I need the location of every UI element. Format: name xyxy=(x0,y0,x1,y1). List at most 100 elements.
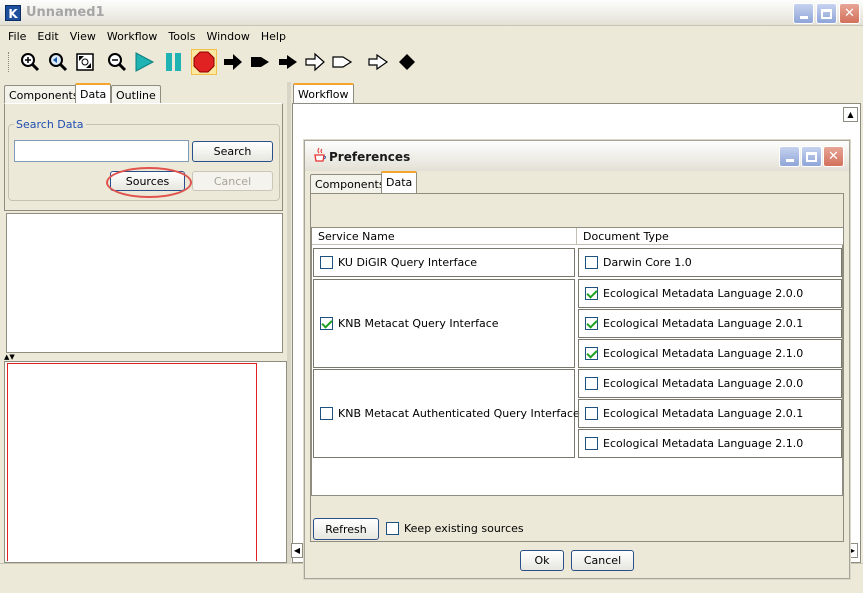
column-header-service-name[interactable]: Service Name xyxy=(312,228,577,245)
arrow-icon[interactable] xyxy=(331,51,353,73)
refresh-button[interactable]: Refresh xyxy=(313,518,379,540)
fit-icon[interactable] xyxy=(74,51,96,73)
doc-type-label: Darwin Core 1.0 xyxy=(603,256,692,269)
doc-row-eml-200[interactable]: Ecological Metadata Language 2.0.0 xyxy=(578,279,842,308)
menu-view[interactable]: View xyxy=(70,30,96,43)
service-row-knb-metacat[interactable]: KNB Metacat Query Interface xyxy=(313,279,575,368)
minimize-icon xyxy=(785,159,794,162)
doc-row-eml-201[interactable]: Ecological Metadata Language 2.0.1 xyxy=(578,309,842,338)
menu-workflow[interactable]: Workflow xyxy=(107,30,158,43)
service-row-ku-digir[interactable]: KU DiGIR Query Interface xyxy=(313,248,575,277)
doc-checkbox[interactable] xyxy=(585,347,598,360)
close-icon: ✕ xyxy=(828,149,839,164)
dialog-maximize-button[interactable] xyxy=(801,146,822,167)
menu-bar: File Edit View Workflow Tools Window Hel… xyxy=(0,26,863,46)
chevron-left-icon: ◀ xyxy=(293,546,301,555)
maximize-icon xyxy=(821,8,832,19)
service-checkbox-knb-authenticated[interactable] xyxy=(320,407,333,420)
keep-sources-label: Keep existing sources xyxy=(404,522,524,535)
doc-checkbox[interactable] xyxy=(585,256,598,269)
tab-outline[interactable]: Outline xyxy=(111,85,161,104)
doc-checkbox[interactable] xyxy=(585,377,598,390)
close-icon: ✕ xyxy=(844,6,855,21)
doc-checkbox[interactable] xyxy=(585,287,598,300)
minimize-icon xyxy=(799,16,808,19)
dialog-tab-data[interactable]: Data xyxy=(381,171,418,193)
doc-type-label: Ecological Metadata Language 2.0.0 xyxy=(603,287,804,300)
sources-highlight-circle xyxy=(106,167,192,198)
column-header-document-type[interactable]: Document Type xyxy=(577,228,843,245)
run-icon[interactable] xyxy=(133,51,155,73)
java-cup-icon xyxy=(313,147,327,163)
doc-row-eml-210[interactable]: Ecological Metadata Language 2.1.0 xyxy=(578,339,842,368)
service-checkbox-knb-metacat[interactable] xyxy=(320,317,333,330)
search-legend: Search Data xyxy=(14,118,86,131)
zoom-reset-icon[interactable] xyxy=(47,51,69,73)
tab-data[interactable]: Data xyxy=(75,83,112,104)
main-title-bar: K Unnamed1 ✕ xyxy=(0,0,863,26)
diamond-icon[interactable] xyxy=(396,51,418,73)
panel-splitter[interactable] xyxy=(287,82,291,564)
doc-type-label: Ecological Metadata Language 2.1.0 xyxy=(603,347,804,360)
window-title: Unnamed1 xyxy=(26,5,105,20)
arrow-icon[interactable] xyxy=(222,51,244,73)
pause-icon[interactable] xyxy=(163,51,185,73)
arrow-icon[interactable] xyxy=(367,51,389,73)
doc-row-darwin-core[interactable]: Darwin Core 1.0 xyxy=(578,248,842,277)
service-name-label: KNB Metacat Query Interface xyxy=(338,317,499,330)
menu-file[interactable]: File xyxy=(8,30,26,43)
preview-frame xyxy=(7,363,257,561)
arrow-icon[interactable] xyxy=(249,51,271,73)
service-row-knb-authenticated[interactable]: KNB Metacat Authenticated Query Interfac… xyxy=(313,369,580,458)
dialog-title-bar: Preferences ✕ xyxy=(305,141,849,171)
keep-sources-option[interactable]: Keep existing sources xyxy=(386,522,524,535)
doc-row-auth-eml-201[interactable]: Ecological Metadata Language 2.0.1 xyxy=(578,399,842,428)
cancel-search-button[interactable]: Cancel xyxy=(192,171,273,191)
doc-type-label: Ecological Metadata Language 2.0.0 xyxy=(603,377,804,390)
preferences-dialog: Preferences ✕ Components Data Service Na… xyxy=(304,140,850,579)
doc-type-label: Ecological Metadata Language 2.0.1 xyxy=(603,407,804,420)
chevron-up-icon: ▲ xyxy=(847,110,854,119)
tab-components[interactable]: Components xyxy=(4,85,84,104)
results-list[interactable] xyxy=(6,213,283,353)
doc-checkbox[interactable] xyxy=(585,407,598,420)
menu-help[interactable]: Help xyxy=(261,30,286,43)
stop-icon[interactable] xyxy=(191,49,217,75)
menu-edit[interactable]: Edit xyxy=(37,30,58,43)
dialog-minimize-button[interactable] xyxy=(779,146,800,167)
split-divider[interactable]: ▲▼ xyxy=(4,354,287,361)
dialog-tabs: Components Data xyxy=(310,171,510,193)
arrow-icon[interactable] xyxy=(277,51,299,73)
close-button[interactable]: ✕ xyxy=(839,3,860,24)
search-button[interactable]: Search xyxy=(192,141,273,162)
services-table: Service Name Document Type KU DiGIR Quer… xyxy=(311,227,843,496)
scroll-left-button[interactable]: ◀ xyxy=(291,543,303,558)
minimize-button[interactable] xyxy=(793,3,814,24)
arrow-icon[interactable] xyxy=(304,51,326,73)
zoom-in-icon[interactable] xyxy=(19,51,41,73)
service-checkbox-ku-digir[interactable] xyxy=(320,256,333,269)
zoom-out-icon[interactable] xyxy=(106,51,128,73)
doc-type-label: Ecological Metadata Language 2.1.0 xyxy=(603,437,804,450)
dialog-tab-components[interactable]: Components xyxy=(310,174,390,193)
menu-tools[interactable]: Tools xyxy=(168,30,195,43)
ok-button[interactable]: Ok xyxy=(520,550,564,571)
dialog-close-button[interactable]: ✕ xyxy=(823,146,844,167)
keep-sources-checkbox[interactable] xyxy=(386,522,399,535)
menu-window[interactable]: Window xyxy=(206,30,249,43)
cancel-button[interactable]: Cancel xyxy=(571,550,634,571)
doc-row-auth-eml-210[interactable]: Ecological Metadata Language 2.1.0 xyxy=(578,429,842,458)
doc-type-label: Ecological Metadata Language 2.0.1 xyxy=(603,317,804,330)
maximize-icon xyxy=(806,151,817,162)
toolbar-grip xyxy=(8,52,11,72)
doc-row-auth-eml-200[interactable]: Ecological Metadata Language 2.0.0 xyxy=(578,369,842,398)
search-input[interactable] xyxy=(14,140,189,162)
scroll-up-button[interactable]: ▲ xyxy=(843,107,858,122)
app-logo-icon: K xyxy=(5,5,21,21)
tab-workflow[interactable]: Workflow xyxy=(293,83,354,103)
doc-checkbox[interactable] xyxy=(585,437,598,450)
doc-checkbox[interactable] xyxy=(585,317,598,330)
maximize-button[interactable] xyxy=(816,3,837,24)
service-name-label: KU DiGIR Query Interface xyxy=(338,256,478,269)
service-name-label: KNB Metacat Authenticated Query Interfac… xyxy=(338,407,580,420)
